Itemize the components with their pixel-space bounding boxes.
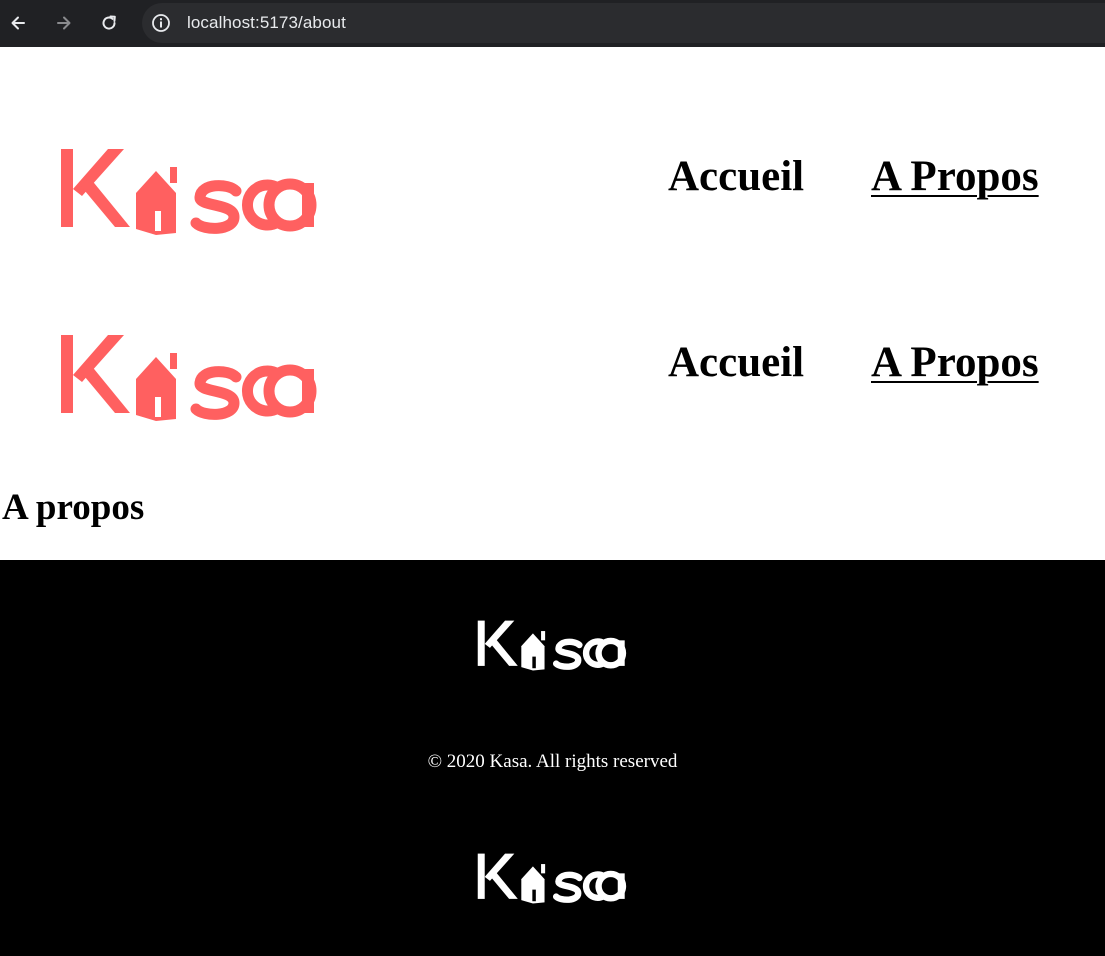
- copyright-text: © 2020 Kasa. All rights reserved: [427, 751, 678, 772]
- back-button[interactable]: [6, 11, 30, 35]
- arrow-right-icon: [57, 16, 71, 30]
- browser-toolbar: localhost:5173/about: [0, 0, 1105, 47]
- kasa-logo[interactable]: [58, 331, 330, 423]
- kasa-footer-logo: [477, 853, 627, 904]
- nav-link-accueil[interactable]: Accueil: [668, 155, 804, 198]
- nav-link-accueil[interactable]: Accueil: [668, 341, 804, 384]
- site-header: Accueil A Propos: [0, 331, 1105, 451]
- reload-icon: [102, 15, 116, 30]
- address-url[interactable]: localhost:5173/about: [187, 13, 346, 33]
- forward-button[interactable]: [52, 11, 76, 35]
- site-header: Accueil A Propos: [0, 145, 1105, 265]
- arrow-left-icon: [11, 16, 25, 30]
- site-footer: © 2020 Kasa. All rights reserved: [0, 560, 1105, 956]
- page-title: A propos: [2, 487, 145, 528]
- site-info-button[interactable]: [150, 12, 172, 34]
- kasa-footer-logo: [477, 620, 627, 671]
- reload-button[interactable]: [97, 11, 121, 35]
- kasa-logo[interactable]: [58, 145, 330, 237]
- nav-link-a-propos[interactable]: A Propos: [871, 155, 1039, 198]
- info-icon: [152, 14, 170, 32]
- nav-link-a-propos[interactable]: A Propos: [871, 341, 1039, 384]
